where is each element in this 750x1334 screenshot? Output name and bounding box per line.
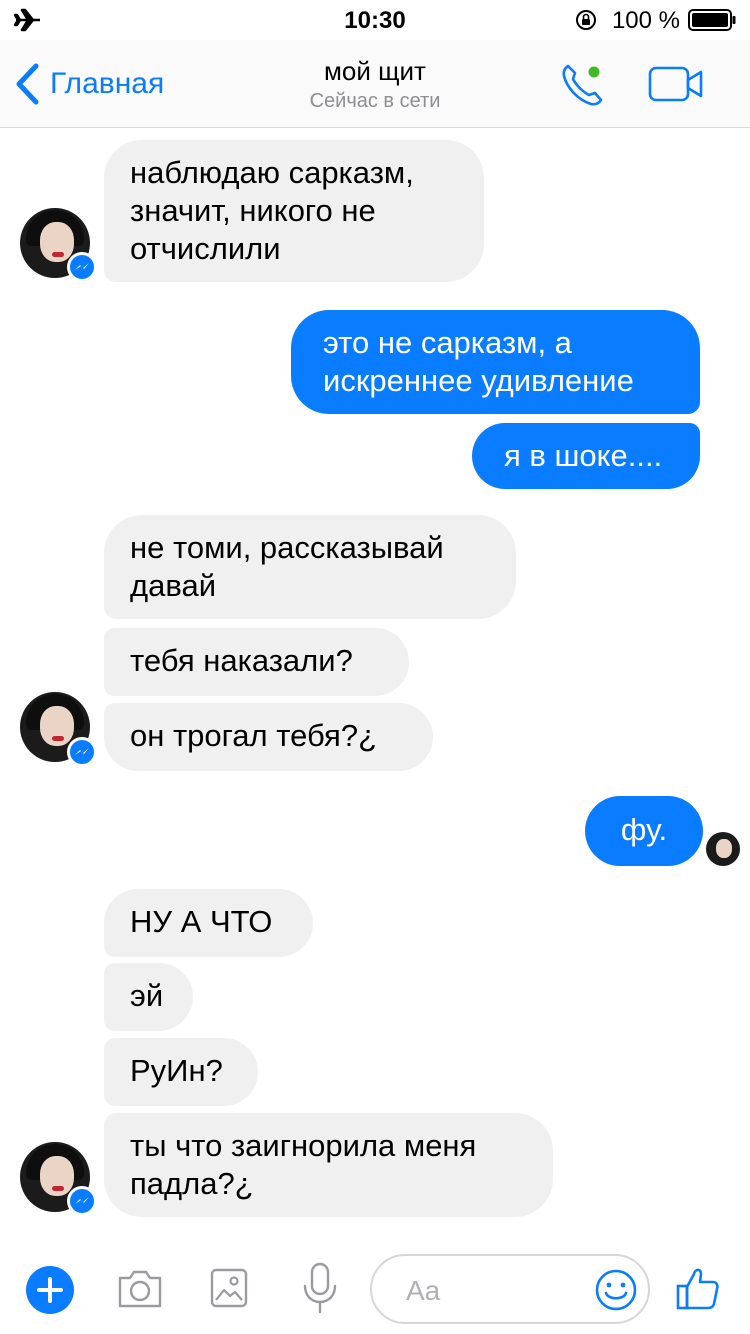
battery-percent: 100 %: [611, 7, 680, 34]
online-dot-icon: [588, 66, 600, 78]
conversation-header: Главная мой щит Сейчас в сети: [0, 40, 750, 128]
message-incoming[interactable]: ты что заигнорила меня падла?¿: [104, 1113, 553, 1217]
message-text: наблюдаю сарказм, значит, никого не отчи…: [130, 155, 414, 266]
video-camera-icon[interactable]: [648, 64, 704, 104]
messenger-badge: [67, 737, 97, 767]
microphone-icon[interactable]: [300, 1262, 340, 1314]
presence-status: Сейчас в сети: [309, 90, 441, 112]
message-input-placeholder: Aa: [406, 1275, 441, 1306]
message-text: он трогал тебя?¿: [130, 718, 378, 753]
messenger-icon: [75, 1197, 89, 1204]
message-text: НУ А ЧТО: [130, 904, 273, 939]
contact-name[interactable]: мой щит: [0, 56, 750, 87]
messenger-icon: [75, 263, 89, 270]
message-outgoing[interactable]: я в шоке....: [472, 423, 700, 489]
message-outgoing[interactable]: это не сарказм, а искреннее удивление: [291, 310, 700, 414]
message-text: тебя наказали?: [130, 643, 353, 678]
messenger-badge: [67, 252, 97, 282]
messenger-icon: [75, 748, 89, 755]
read-receipt-avatar: [706, 832, 740, 866]
message-incoming[interactable]: тебя наказали?: [104, 628, 409, 696]
message-outgoing[interactable]: фу.: [585, 796, 703, 866]
phone-icon[interactable]: [558, 60, 608, 110]
message-text: ты что заигнорила меня падла?¿: [130, 1128, 477, 1201]
message-incoming[interactable]: НУ А ЧТО: [104, 889, 313, 957]
battery-icon: [688, 9, 736, 31]
add-button[interactable]: [26, 1266, 74, 1314]
emoji-icon[interactable]: [594, 1268, 638, 1312]
plus-icon: [37, 1277, 63, 1303]
message-incoming[interactable]: РуИн?: [104, 1038, 258, 1106]
message-text: фу.: [620, 812, 668, 847]
camera-icon[interactable]: [116, 1268, 164, 1310]
message-incoming[interactable]: он трогал тебя?¿: [104, 703, 433, 771]
rotation-lock-icon: [576, 10, 596, 30]
message-incoming[interactable]: эй: [104, 963, 193, 1031]
message-text: РуИн?: [130, 1053, 223, 1088]
message-text: эй: [130, 978, 164, 1013]
composer-bar: Aa: [0, 1240, 750, 1334]
message-text: это не сарказм, а искреннее удивление: [323, 325, 634, 398]
message-text: я в шоке....: [504, 438, 663, 473]
message-text: не томи, рассказывай давай: [130, 530, 444, 603]
message-incoming[interactable]: не томи, рассказывай давай: [104, 515, 516, 619]
thumbs-up-icon[interactable]: [676, 1264, 720, 1312]
status-bar: 10:30 100 %: [0, 0, 750, 40]
messenger-badge: [67, 1186, 97, 1216]
message-incoming[interactable]: наблюдаю сарказм, значит, никого не отчи…: [104, 140, 484, 282]
photo-icon[interactable]: [210, 1268, 248, 1308]
